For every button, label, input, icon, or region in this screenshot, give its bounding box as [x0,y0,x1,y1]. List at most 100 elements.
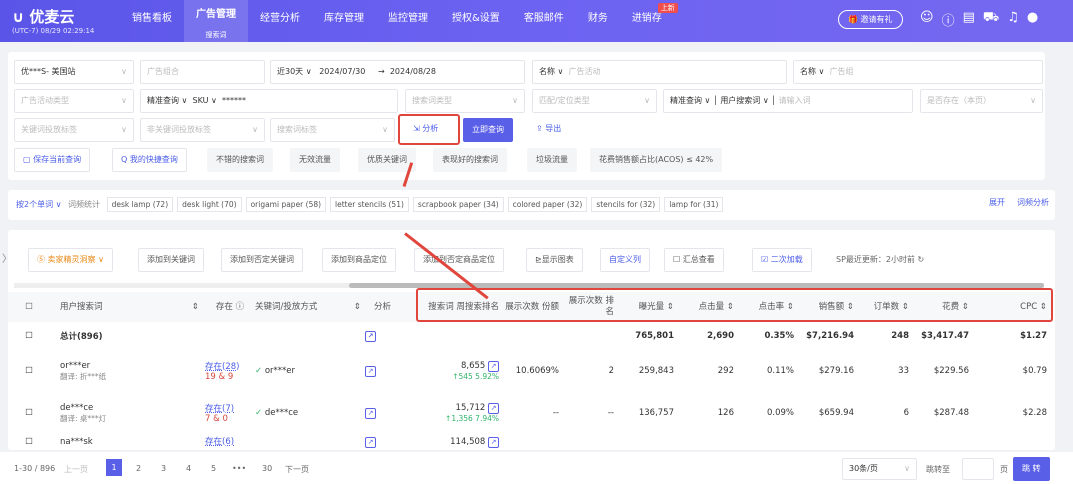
campaign-filter[interactable]: 名称 ∨ 广告活动 [532,60,787,84]
page-2[interactable]: 2 [136,464,141,473]
nav-monitor[interactable]: 监控管理 [376,0,440,42]
exists-select[interactable]: 是否存在（本页） ∨ [920,89,1043,113]
nav-settings[interactable]: 授权&设置 [440,0,512,42]
page-ellipsis[interactable]: ••• [232,464,246,473]
campaign-type-select[interactable]: 广告活动类型 ∨ [14,89,134,113]
quick-good-perf[interactable]: 表现好的搜索词 [433,148,507,172]
match-type-select[interactable]: 匹配/定位类型 ∨ [532,89,657,113]
goto-page-input[interactable] [962,458,994,480]
page-3[interactable]: 3 [161,464,166,473]
table-row: ☐ na***sk 存在(6) ↗ 114,508 ↗ [8,434,1053,450]
avatar[interactable]: ● [1027,10,1038,29]
word-mode-select[interactable]: 按2个单词 ∨ [16,200,62,209]
doc-icon[interactable]: ▤ [963,10,975,29]
chart-icon[interactable]: ↗ [365,330,376,342]
custom-columns-button[interactable]: 自定义列 [600,248,650,272]
kw-tag-select[interactable]: 关键词投放标签 ∨ [14,118,134,142]
chart-icon[interactable]: ↗ [488,361,499,372]
word-chip[interactable]: origami paper (58) [245,197,327,212]
chart-icon[interactable]: ↗ [365,365,376,377]
word-analysis-button[interactable]: 词频分析 [1017,197,1049,208]
chart-icon[interactable]: ↗ [365,437,376,448]
quick-acos[interactable]: 花费销售额占比(ACOS) ≤ 42% [590,148,723,172]
adgroup-filter[interactable]: 名称 ∨ 广告组 [793,60,1043,84]
word-chip[interactable]: desk lamp (72) [106,197,174,212]
update-status: SP最近更新：2小时前 ↻ [836,255,925,264]
nav-finance[interactable]: 财务 [576,0,620,42]
top-nav: ∪ 优麦云 (UTC-7) 08/29 02:29:14 销售看板 广告管理 搜索… [0,0,1073,42]
summary-checkbox[interactable]: ☐ 汇总查看 [664,248,724,272]
cart-icon[interactable]: ⛟ [983,10,999,29]
page-1[interactable]: 1 [106,459,122,476]
bell-icon[interactable]: ♫ [1007,10,1019,29]
show-chart-button[interactable]: ⊵显示图表 [526,248,583,272]
page-30[interactable]: 30 [262,464,272,473]
nav-inventory[interactable]: 库存管理 [312,0,376,42]
col-analysis: 分析 [365,292,400,322]
add-negative-keyword-button[interactable]: 添加到否定关键词 [221,248,303,272]
word-chip[interactable]: scrapbook paper (34) [412,197,504,212]
col-keyword[interactable]: 关键词/投放方式 ⇕ [255,292,365,322]
store-select[interactable]: 优***S- 美国站 ∨ [14,60,134,84]
nav-ads[interactable]: 广告管理 搜索词 [184,0,248,42]
nav-analysis[interactable]: 经营分析 [248,0,312,42]
quick-good-terms[interactable]: 不错的搜索词 [207,148,273,172]
date-range[interactable]: 近30天 ∨ 2024/07/30 → 2024/08/28 [270,60,525,84]
save-query-button[interactable]: ▢ 保存当前查询 [14,148,91,172]
jump-button[interactable]: 跳 转 [1013,457,1050,481]
new-badge: 上新 [657,3,678,13]
quick-junk[interactable]: 垃圾流量 [527,148,577,172]
page-4[interactable]: 4 [186,464,191,473]
word-chip[interactable]: lamp for (31) [664,197,724,212]
page-size-select[interactable]: 30条/页 ∨ [842,458,917,480]
page-5[interactable]: 5 [211,464,216,473]
word-chip[interactable]: desk light (70) [177,197,242,212]
user-icon[interactable]: ☺ [920,10,934,29]
quick-invalid[interactable]: 无效流量 [290,148,340,172]
sku-filter[interactable]: 精准查询 ∨ SKU ∨ ****** [140,89,398,113]
seller-sprite-button[interactable]: Ⓢ 卖家精灵洞察 ∨ [28,248,113,272]
word-frequency-panel: 按2个单词 ∨ 词频统计 desk lamp (72) desk light (7… [8,190,1055,220]
nonkw-tag-select[interactable]: 非关键词投放标签 ∨ [140,118,265,142]
row-checkbox[interactable]: ☐ [8,434,50,450]
word-chip[interactable]: stencils for (32) [591,197,661,212]
columns-highlight-box [416,288,1053,322]
logo[interactable]: ∪ 优麦云 [12,6,74,27]
select-all-checkbox[interactable]: ☐ [8,292,50,322]
col-search-term[interactable]: 用户搜索词 ⇕ [50,292,205,322]
chart-icon[interactable]: ↗ [488,403,499,414]
user-term-filter[interactable]: 精准查询 ∨ │ 用户搜索词 ∨ │ 请输入词 [663,89,913,113]
expand-button[interactable]: 展开 [989,197,1005,208]
prev-page[interactable]: 上一页 [64,464,88,475]
my-queries-button[interactable]: Q 我的快捷查询 [112,148,187,172]
add-keyword-button[interactable]: 添加到关键词 [138,248,204,272]
table-row: ☐ or***er 翻译: 折***纸 存在(28) 19 & 9 ✓ or***e… [8,350,1053,392]
col-exists[interactable]: 存在 ⓘ [205,292,255,322]
collapse-handle[interactable]: 〉 [2,250,12,265]
word-chip[interactable]: letter stencils (51) [330,197,409,212]
highlight-box [398,114,460,145]
logo-icon: ∪ [12,8,30,26]
query-button[interactable]: 立即查询 [463,118,513,142]
chart-icon[interactable]: ↗ [365,407,376,419]
help-icon[interactable]: ⓘ [942,10,955,29]
table-row: ☐ de***ce 翻译: 桌***灯 存在(7) 7 & 0 ✓ de***ce … [8,392,1053,434]
total-row: ☐ 总计(896) ↗ 765,801 2,690 0.35% $7,216.94 248… [25,330,1047,342]
refresh-icon[interactable]: ↻ [918,255,925,264]
term-tag-select[interactable]: 搜索词标签 ∨ [270,118,395,142]
word-chip[interactable]: colored paper (32) [507,197,588,212]
row-checkbox[interactable]: ☐ [8,350,50,392]
invite-button[interactable]: 🎁 邀请有礼 [838,10,903,29]
nav-sales[interactable]: 销售看板 [120,0,184,42]
ad-portfolio-select[interactable]: 广告组合 [140,60,265,84]
row-checkbox[interactable]: ☐ [8,392,50,434]
next-page[interactable]: 下一页 [285,464,309,475]
nav-mail[interactable]: 客服邮件 [512,0,576,42]
timezone: (UTC-7) 08/29 02:29:14 [12,27,95,35]
term-type-select[interactable]: 搜索词类型 ∨ [405,89,525,113]
add-product-target-button[interactable]: 添加到商品定位 [322,248,396,272]
nav-erp[interactable]: 进销存 上新 [620,0,678,42]
export-button[interactable]: ⇪ 导出 [528,118,570,142]
reload-checkbox[interactable]: ☑ 二次加载 [752,248,812,272]
chart-icon[interactable]: ↗ [488,437,499,448]
